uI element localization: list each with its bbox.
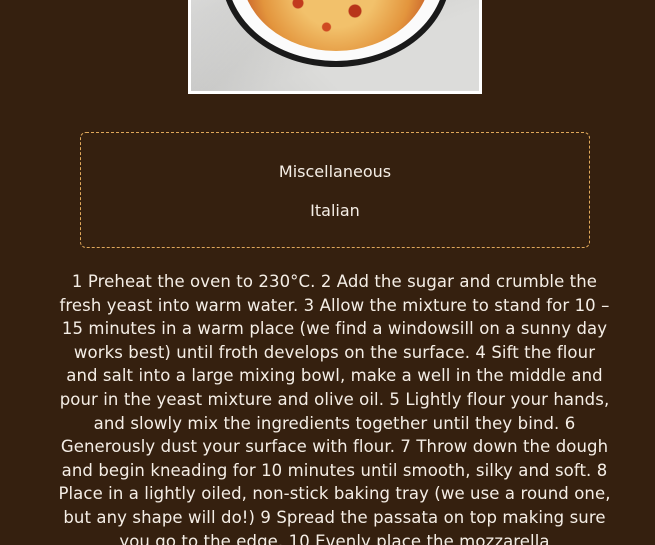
recipe-image [188, 0, 482, 94]
recipe-instructions: 1 Preheat the oven to 230°C. 2 Add the s… [58, 272, 611, 545]
recipe-tags-box: Miscellaneous Italian [80, 132, 590, 248]
recipe-category: Miscellaneous [278, 162, 392, 181]
recipe-cuisine: Italian [310, 201, 360, 220]
